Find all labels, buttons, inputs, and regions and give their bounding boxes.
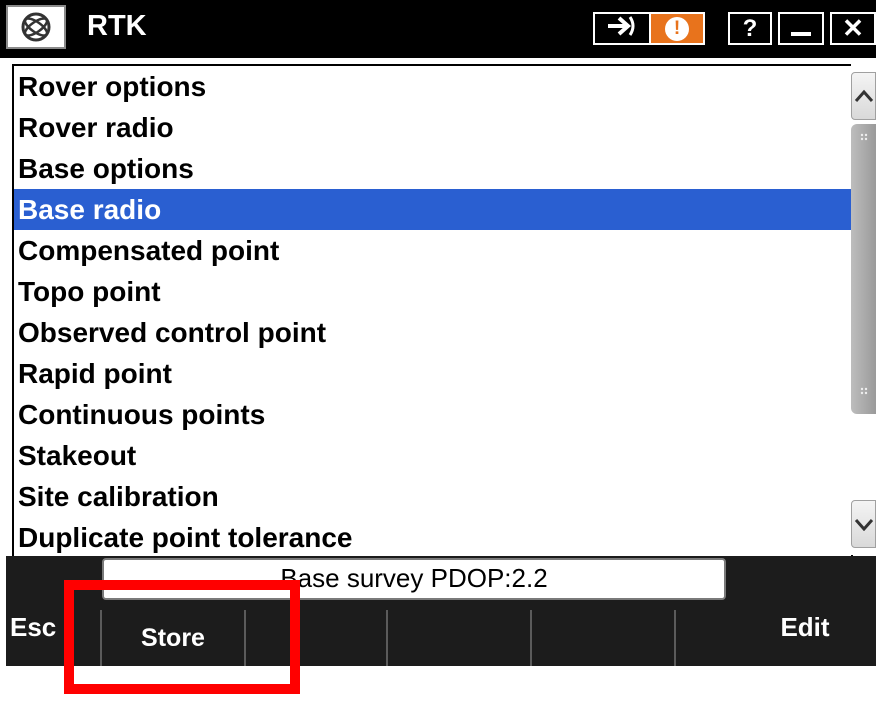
list-item-stakeout[interactable]: Stakeout: [14, 435, 851, 476]
close-button[interactable]: ✕: [830, 12, 876, 45]
chevron-down-icon: [854, 511, 874, 536]
minimize-icon: [791, 31, 811, 36]
alert-exclamation-icon: !: [665, 16, 689, 41]
list-item-base-options[interactable]: Base options: [14, 148, 851, 189]
edit-button[interactable]: Edit: [734, 596, 876, 658]
grip-icon: [860, 132, 868, 146]
list-item-rover-radio[interactable]: Rover radio: [14, 107, 851, 148]
connect-arrow-icon: [606, 15, 638, 42]
list-item-site-calibration[interactable]: Site calibration: [14, 476, 851, 517]
chevron-up-icon: [854, 83, 874, 108]
minimize-button[interactable]: [778, 12, 824, 45]
list-scrollbar[interactable]: [851, 64, 876, 555]
list-item-observed-control-point[interactable]: Observed control point: [14, 312, 851, 353]
list-item-base-radio[interactable]: Base radio: [14, 189, 851, 230]
softkey-empty-4[interactable]: [530, 610, 674, 666]
connect-button[interactable]: [593, 12, 649, 45]
scroll-down-button[interactable]: [851, 500, 876, 548]
list-item-rapid-point[interactable]: Rapid point: [14, 353, 851, 394]
app-title: RTK: [87, 10, 147, 42]
highlight-box: [64, 580, 300, 694]
scroll-up-button[interactable]: [851, 72, 876, 120]
help-button[interactable]: ?: [728, 12, 772, 45]
list-item-rover-options[interactable]: Rover options: [14, 66, 851, 107]
list-item-continuous-points[interactable]: Continuous points: [14, 394, 851, 435]
softkey-empty-3[interactable]: [386, 610, 530, 666]
alert-button[interactable]: !: [649, 12, 705, 45]
trimble-globe-icon[interactable]: [6, 5, 66, 49]
scroll-thumb[interactable]: [851, 124, 876, 414]
grip-icon: [860, 386, 868, 400]
list-item-topo-point[interactable]: Topo point: [14, 271, 851, 312]
list-item-duplicate-point-tolerance[interactable]: Duplicate point tolerance: [14, 517, 851, 556]
rtk-options-list: Rover options Rover radio Base options B…: [12, 64, 853, 556]
softkey-empty-5[interactable]: [674, 610, 730, 666]
list-item-compensated-point[interactable]: Compensated point: [14, 230, 851, 271]
title-bar: RTK ! ? ✕: [0, 0, 876, 58]
